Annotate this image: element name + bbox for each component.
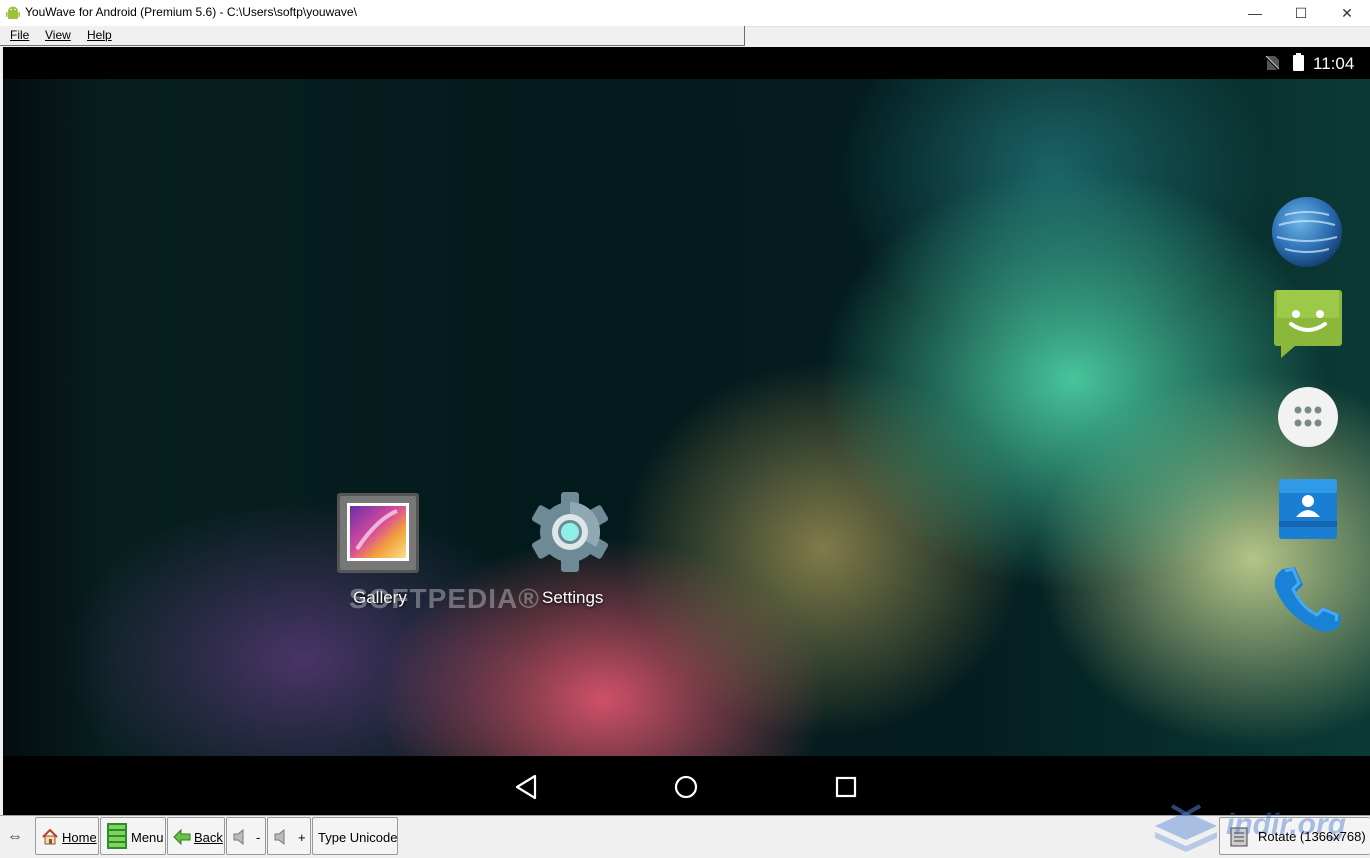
house-icon: [42, 828, 58, 845]
window-title: YouWave for Android (Premium 5.6) - C:\U…: [25, 5, 357, 19]
battery-icon: [1293, 53, 1304, 71]
home-button[interactable]: Home: [35, 817, 99, 855]
menu-button-label: Menu: [131, 830, 164, 845]
wallpaper: [3, 79, 1370, 756]
volume-up-label: +: [298, 830, 306, 845]
volume-down-button[interactable]: -: [226, 817, 266, 855]
contacts-icon[interactable]: [1277, 477, 1339, 541]
phone-icon[interactable]: [1271, 563, 1343, 635]
back-icon[interactable]: [511, 772, 541, 802]
status-clock: 11:04: [1313, 54, 1355, 73]
menu-list-icon: [107, 823, 127, 849]
gallery-icon[interactable]: [335, 491, 421, 577]
volume-up-button[interactable]: +: [267, 817, 311, 855]
messaging-icon[interactable]: [1273, 288, 1343, 360]
status-bar: 11:04: [3, 47, 1370, 79]
volume-down-label: -: [256, 830, 261, 845]
menu-button[interactable]: Menu: [100, 817, 166, 855]
menu-view[interactable]: View: [45, 28, 71, 42]
back-arrow-icon: [173, 828, 191, 846]
back-button-label: Back: [194, 830, 223, 845]
android-screen[interactable]: 11:04 Gallery Settings SOFTPEDIA®: [3, 47, 1370, 815]
settings-label[interactable]: Settings: [542, 588, 603, 608]
minimize-button[interactable]: —: [1232, 0, 1278, 26]
browser-icon[interactable]: [1271, 195, 1343, 269]
home-icon[interactable]: [671, 772, 701, 802]
softpedia-watermark: SOFTPEDIA®: [349, 583, 540, 614]
rotate-button-label: Rotate (1366x768): [1258, 829, 1366, 844]
recents-icon[interactable]: [831, 772, 861, 802]
type-unicode-label: Type Unicode: [318, 830, 398, 845]
menu-help[interactable]: Help: [87, 28, 112, 42]
menu-bar: File View Help: [0, 26, 745, 46]
home-button-label: Home: [62, 830, 97, 845]
menu-file[interactable]: File: [10, 28, 29, 42]
back-button[interactable]: Back: [167, 817, 225, 855]
no-sim-icon: [1265, 55, 1280, 71]
title-bar: YouWave for Android (Premium 5.6) - C:\U…: [0, 0, 1370, 27]
speaker-icon: [233, 828, 244, 846]
close-button[interactable]: ✕: [1324, 0, 1370, 26]
maximize-button[interactable]: ☐: [1278, 0, 1324, 26]
android-app-icon: [6, 6, 20, 19]
settings-icon[interactable]: [529, 491, 611, 573]
speaker-icon: [274, 828, 285, 846]
resize-icon[interactable]: ⇔: [7, 828, 23, 846]
type-unicode-button[interactable]: Type Unicode: [312, 817, 398, 855]
app-drawer-icon[interactable]: [1277, 386, 1339, 448]
